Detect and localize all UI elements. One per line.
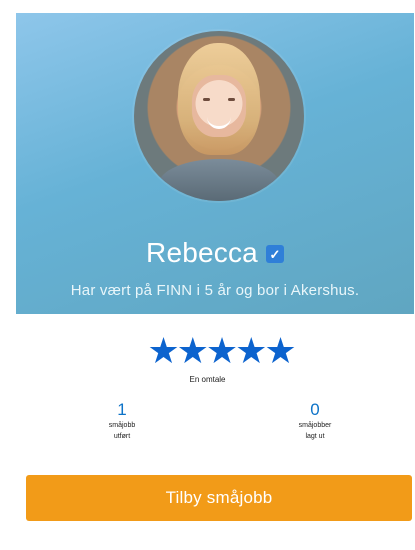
avatar-shirt	[159, 159, 279, 201]
reviews-label: En omtale	[189, 375, 226, 384]
jobs-posted-label: småjobber lagt ut	[298, 422, 332, 440]
avatar-right-eye	[228, 98, 235, 101]
jobs-done-stat: 1 småjobb utført	[82, 400, 162, 442]
offer-job-button[interactable]: Tilby småjobb	[26, 475, 412, 521]
jobs-done-count: 1	[117, 400, 127, 419]
profile-bio: Har vært på FINN i 5 år og bor i Akershu…	[70, 282, 360, 299]
profile-card: Rebecca ✓ Har vært på FINN i 5 år og bor…	[0, 0, 415, 550]
profile-header: Rebecca ✓ Har vært på FINN i 5 år og bor…	[16, 13, 414, 314]
avatar-smile	[207, 115, 231, 129]
jobs-done-label: småjobb utført	[108, 422, 136, 440]
profile-name-row: Rebecca ✓	[16, 236, 414, 270]
jobs-posted-count: 0	[310, 400, 320, 419]
verified-check-icon: ✓	[265, 245, 284, 263]
jobs-posted-stat: 0 småjobber lagt ut	[275, 400, 355, 442]
profile-name: Rebecca	[146, 237, 258, 268]
profile-avatar	[134, 31, 304, 201]
avatar-left-eye	[203, 98, 210, 101]
rating-stars: ★★★★★	[147, 330, 296, 371]
